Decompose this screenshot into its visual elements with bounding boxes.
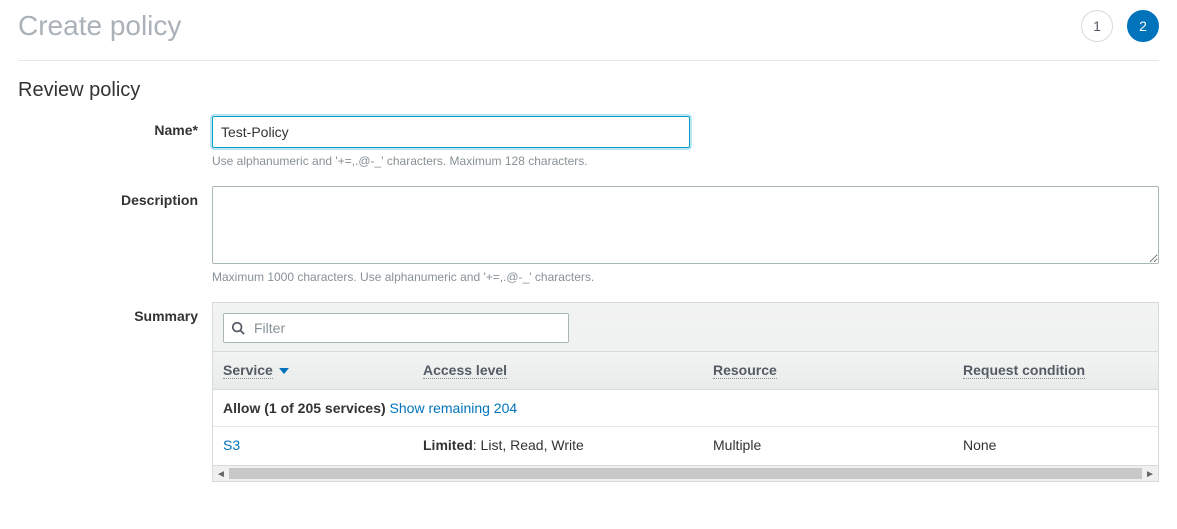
wizard-step-1[interactable]: 1 [1081,10,1113,42]
row-name: Name* Use alphanumeric and '+=,.@-_' cha… [18,116,1159,168]
col-header-resource-label: Resource [713,362,777,379]
show-remaining-link[interactable]: Show remaining 204 [390,400,518,416]
access-detail: : List, Read, Write [473,437,584,453]
page-title: Create policy [18,10,181,42]
label-name: Name* [18,116,212,138]
col-header-access-label: Access level [423,362,507,379]
summary-table-header: Service Access level Resource Request co… [213,351,1158,390]
name-input[interactable] [212,116,690,148]
wizard-steps: 1 2 [1081,10,1159,42]
filter-input[interactable] [223,313,569,343]
description-textarea[interactable] [212,186,1159,264]
sort-caret-icon [279,368,289,374]
col-header-service[interactable]: Service [223,362,423,379]
label-summary: Summary [18,302,212,324]
service-link[interactable]: S3 [223,437,240,453]
header: Create policy 1 2 [18,10,1159,61]
allow-count: (1 of 205 services) [264,400,385,416]
row-summary: Summary Ser [18,302,1159,482]
section-title-review: Review policy [18,79,1159,102]
row-description: Description Maximum 1000 characters. Use… [18,186,1159,284]
col-header-service-label: Service [223,362,273,379]
summary-panel: Service Access level Resource Request co… [212,302,1159,482]
allow-group-row: Allow (1 of 205 services) Show remaining… [213,390,1158,427]
name-help-text: Use alphanumeric and '+=,.@-_' character… [212,154,1159,168]
cell-access: Limited: List, Read, Write [423,437,713,453]
col-header-request-label: Request condition [963,362,1085,379]
allow-prefix: Allow [223,400,264,416]
cell-resource: Multiple [713,437,963,453]
wizard-step-2[interactable]: 2 [1127,10,1159,42]
scrollbar-thumb[interactable] [229,468,1142,479]
cell-request: None [963,437,1148,453]
col-header-request[interactable]: Request condition [963,362,1148,379]
scroll-right-icon: ► [1144,468,1156,480]
horizontal-scrollbar[interactable]: ◄ ► [213,465,1158,481]
description-help-text: Maximum 1000 characters. Use alphanumeri… [212,270,1159,284]
filter-area [213,303,1158,351]
access-prefix: Limited [423,437,473,453]
col-header-resource[interactable]: Resource [713,362,963,379]
scroll-left-icon: ◄ [215,468,227,480]
label-description: Description [18,186,212,208]
table-row: S3 Limited: List, Read, Write Multiple N… [213,427,1158,465]
col-header-access[interactable]: Access level [423,362,713,379]
